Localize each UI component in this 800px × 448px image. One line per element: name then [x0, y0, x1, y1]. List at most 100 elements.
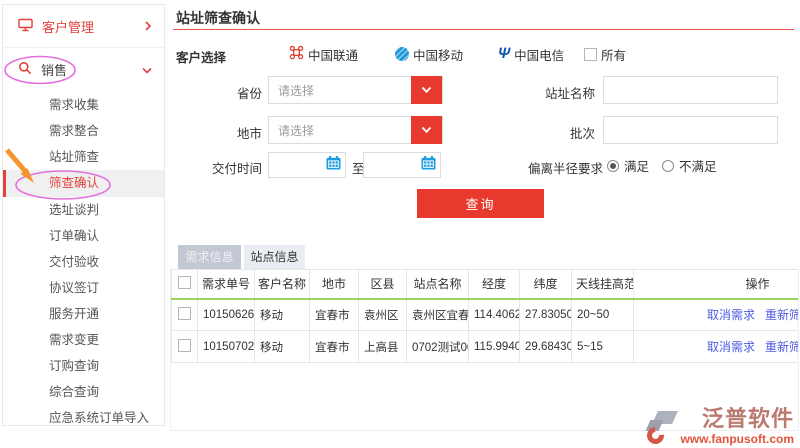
sidebar-item-label: 销售	[41, 60, 67, 79]
select-all-cell	[172, 270, 198, 299]
cancel-demand-link[interactable]: 取消需求	[707, 308, 755, 322]
table-row: 1015070200000... 移动 宜春市 上高县 0702测试0043 1…	[172, 331, 800, 363]
cell-latitude: 29.684300	[520, 331, 572, 363]
sidebar-item-site-screening[interactable]: 站址筛查	[3, 144, 164, 170]
page-title: 站址筛查确认	[176, 8, 260, 28]
cell-district: 上高县	[359, 331, 407, 363]
cell-longitude: 115.994000	[469, 331, 520, 363]
sidebar: 客户管理 销售 需求收集 需求整合 站址筛查 筛查确认 选址谈判 订单确认 交付…	[2, 4, 165, 426]
customer-option-all[interactable]: 所有	[584, 44, 626, 64]
sidebar-item-service-open[interactable]: 服务开通	[3, 301, 164, 327]
tab-site-info[interactable]: 站点信息	[244, 245, 305, 269]
tab-demand-info[interactable]: 需求信息	[178, 245, 241, 269]
cell-order-no: 1015062600000...	[198, 299, 255, 331]
row-checkbox[interactable]	[178, 339, 191, 352]
radio-satisfy[interactable]: 满足	[607, 156, 649, 175]
cell-range: 5~15	[572, 331, 634, 363]
col-city: 地市	[310, 270, 359, 299]
table-header-row: 需求单号 客户名称 地市 区县 站点名称 经度 纬度 天线挂高范围 (米) 操作	[172, 270, 800, 299]
col-order-no: 需求单号	[198, 270, 255, 299]
row-checkbox[interactable]	[178, 307, 191, 320]
vendor-brand: 泛普软件	[680, 408, 794, 430]
col-district: 区县	[359, 270, 407, 299]
cell-actions: 取消需求重新筛查	[634, 299, 800, 331]
app-window: 客户管理 销售 需求收集 需求整合 站址筛查 筛查确认 选址谈判 订单确认 交付…	[0, 0, 800, 448]
sidebar-item-screening-confirm[interactable]: 筛查确认	[3, 170, 164, 197]
date-to-input[interactable]	[363, 152, 441, 178]
sidebar-item-agreement-sign[interactable]: 协议签订	[3, 275, 164, 301]
col-longitude: 经度	[469, 270, 520, 299]
province-label: 省份	[175, 83, 262, 102]
customer-select-label: 客户选择	[176, 47, 226, 66]
sidebar-item-sales[interactable]: 销售	[3, 48, 164, 90]
customer-option-unicom[interactable]: 中国联通	[289, 44, 358, 64]
sidebar-item-site-negotiation[interactable]: 选址谈判	[3, 197, 164, 223]
city-select[interactable]: 请选择	[268, 116, 443, 144]
cell-actions: 取消需求重新筛查	[634, 331, 800, 363]
province-select-value: 请选择	[269, 82, 314, 99]
batch-label: 批次	[480, 123, 595, 142]
chevron-right-icon	[144, 19, 152, 34]
vendor-logo-icon	[646, 409, 678, 445]
cell-longitude: 114.406200	[469, 299, 520, 331]
calendar-icon[interactable]	[326, 156, 341, 175]
calendar-icon[interactable]	[421, 156, 436, 175]
results-table: 需求单号 客户名称 地市 区县 站点名称 经度 纬度 天线挂高范围 (米) 操作…	[171, 269, 799, 363]
cancel-demand-link[interactable]: 取消需求	[707, 340, 755, 354]
customer-option-label: 中国移动	[413, 45, 463, 64]
title-divider	[173, 29, 794, 30]
all-checkbox[interactable]	[584, 48, 597, 61]
customer-option-mobile[interactable]: 中国移动	[395, 44, 463, 64]
province-dropdown-button[interactable]	[411, 76, 442, 104]
radius-requirement-label: 偏离半径要求	[480, 158, 603, 177]
chevron-down-icon	[142, 62, 152, 77]
sidebar-item-order-confirm[interactable]: 订单确认	[3, 223, 164, 249]
sidebar-item-demand-change[interactable]: 需求变更	[3, 327, 164, 353]
sidebar-item-label: 客户管理	[42, 17, 94, 36]
batch-input[interactable]	[603, 116, 778, 144]
table-row: 1015062600000... 移动 宜春市 袁州区 袁州区宜春... 114…	[172, 299, 800, 331]
sidebar-item-order-query[interactable]: 订购查询	[3, 353, 164, 379]
sidebar-item-combined-query[interactable]: 综合查询	[3, 379, 164, 405]
query-button[interactable]: 查询	[417, 189, 544, 218]
col-actions: 操作	[634, 270, 800, 299]
sidebar-item-delivery-accept[interactable]: 交付验收	[3, 249, 164, 275]
city-dropdown-button[interactable]	[411, 116, 442, 144]
cell-site: 0702测试0043	[407, 331, 469, 363]
unicom-logo-icon	[289, 45, 304, 63]
sidebar-item-demand-merge[interactable]: 需求整合	[3, 118, 164, 144]
rescreen-link[interactable]: 重新筛查	[765, 308, 799, 322]
sidebar-item-emergency-import[interactable]: 应急系统订单导入	[3, 405, 164, 431]
customer-option-label: 中国电信	[514, 45, 564, 64]
vendor-watermark: 泛普软件 www.fanpusoft.com	[646, 408, 794, 445]
customer-option-telecom[interactable]: Ψ 中国电信	[498, 44, 564, 64]
city-label: 地市	[175, 123, 262, 142]
cell-range: 20~50	[572, 299, 634, 331]
mobile-logo-icon	[395, 47, 409, 61]
monitor-icon	[18, 18, 33, 35]
cell-city: 宜春市	[310, 331, 359, 363]
cell-customer: 移动	[255, 299, 310, 331]
radio-icon[interactable]	[607, 160, 619, 172]
rescreen-link[interactable]: 重新筛查	[765, 340, 799, 354]
date-from-input[interactable]	[268, 152, 346, 178]
province-select[interactable]: 请选择	[268, 76, 443, 104]
sidebar-submenu: 需求收集 需求整合 站址筛查 筛查确认 选址谈判 订单确认 交付验收 协议签订 …	[3, 92, 164, 431]
radio-icon[interactable]	[662, 160, 674, 172]
select-all-checkbox[interactable]	[178, 276, 191, 289]
cell-latitude: 27.830500	[520, 299, 572, 331]
col-site: 站点名称	[407, 270, 469, 299]
radio-not-satisfy[interactable]: 不满足	[662, 156, 717, 175]
cell-order-no: 1015070200000...	[198, 331, 255, 363]
vendor-url: www.fanpusoft.com	[680, 433, 794, 445]
sidebar-item-demand-collect[interactable]: 需求收集	[3, 92, 164, 118]
radio-label: 不满足	[679, 156, 717, 175]
search-icon	[18, 61, 32, 78]
delivery-time-label: 交付时间	[175, 158, 262, 177]
sidebar-item-customer-management[interactable]: 客户管理	[3, 5, 164, 48]
site-name-input[interactable]	[603, 76, 778, 104]
cell-city: 宜春市	[310, 299, 359, 331]
cell-site: 袁州区宜春...	[407, 299, 469, 331]
city-select-value: 请选择	[269, 122, 314, 139]
customer-option-label: 所有	[601, 45, 626, 64]
